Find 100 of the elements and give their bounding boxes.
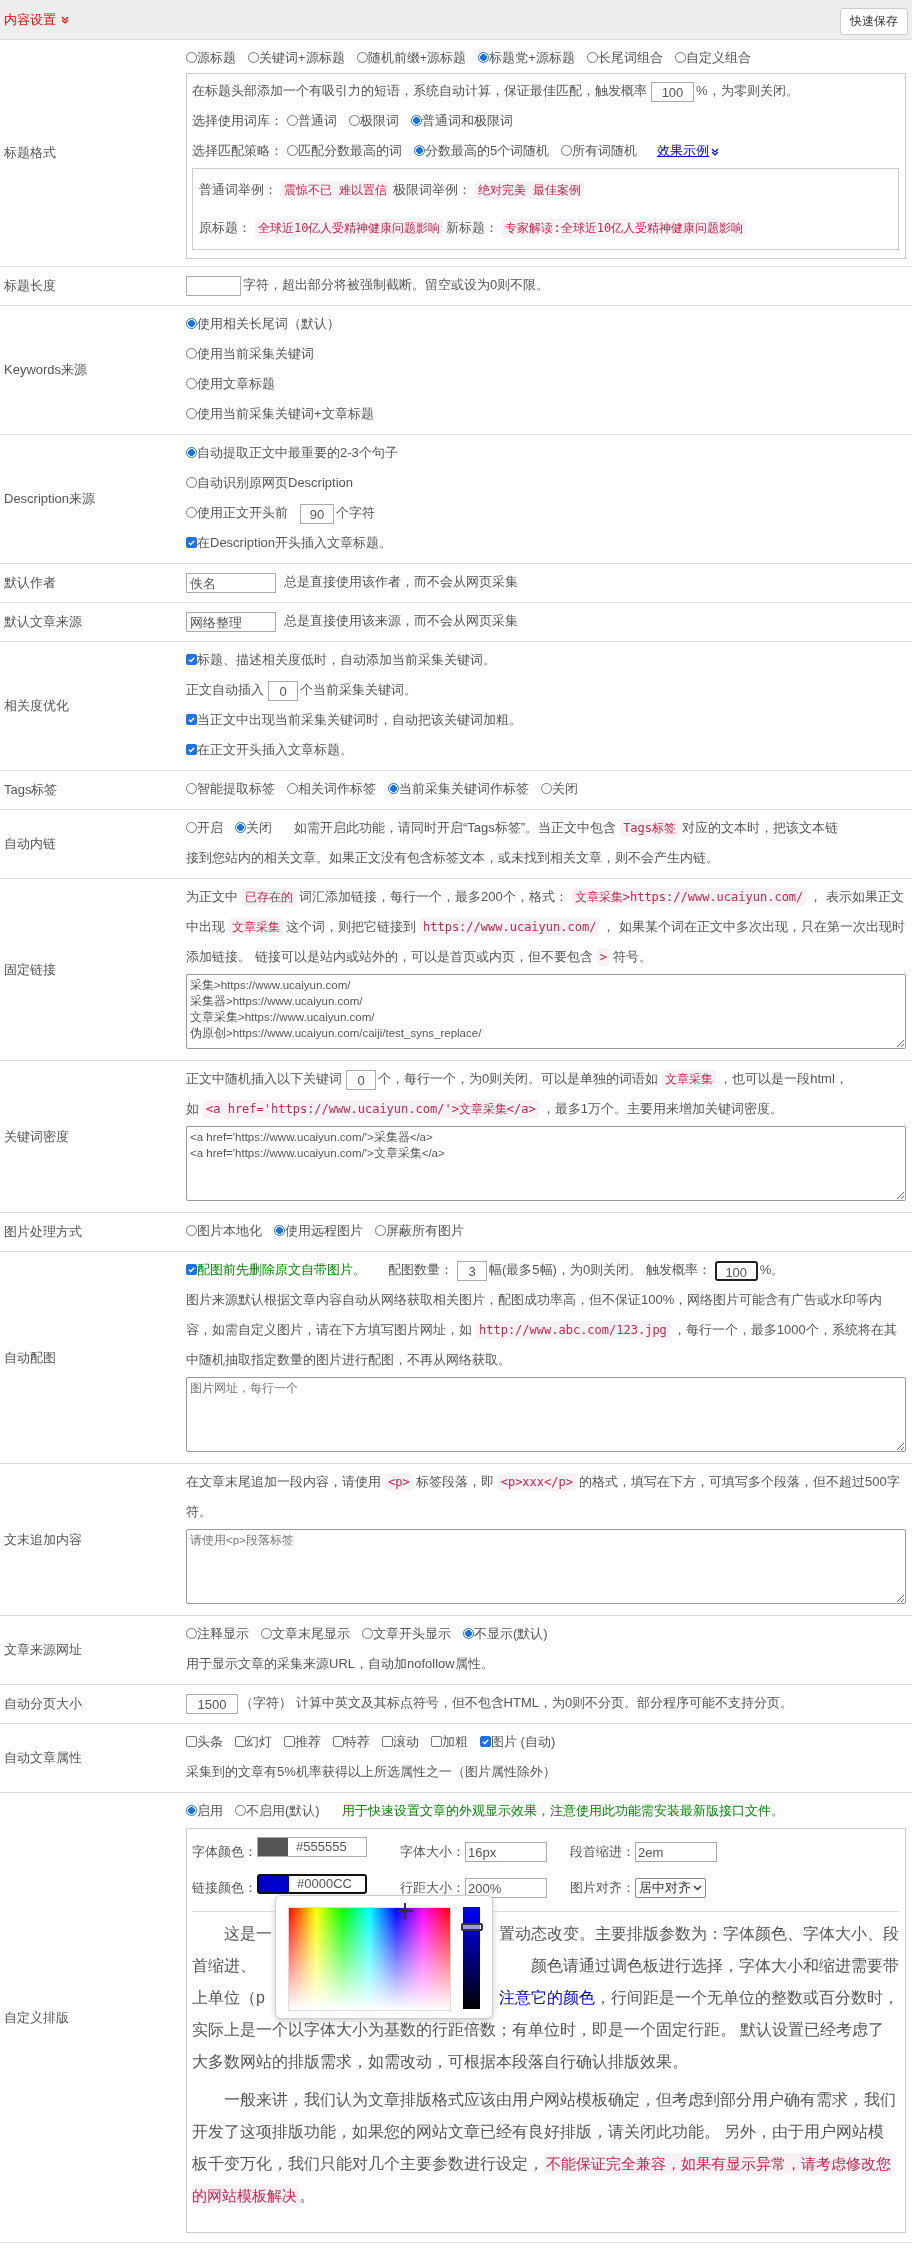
option-label[interactable]: 关键词+源标题	[259, 50, 345, 65]
radio-button[interactable]	[186, 378, 197, 389]
option-label[interactable]: 在Description开头插入文章标题。	[197, 535, 393, 550]
radio-button[interactable]	[186, 447, 197, 458]
option-label[interactable]: 滚动	[393, 1734, 419, 1749]
option-label[interactable]: 文章开头显示	[373, 1626, 451, 1641]
text-field[interactable]: 100	[714, 1260, 758, 1281]
option-label[interactable]: 当正文中出现当前采集关键词时，自动把该关键词加粗。	[197, 712, 522, 727]
radio-button[interactable]	[186, 783, 197, 794]
option-label[interactable]: 极限词	[360, 113, 399, 128]
option-label[interactable]: 随机前缀+源标题	[367, 50, 467, 65]
radio-button[interactable]	[186, 348, 197, 359]
text-area[interactable]: 采集>https://www.ucaiyun.com/ 采集器>https://www.ucaiyun.com/ 文章采集>https://www.ucaiyun.com/ 伪原创>https://www.ucaiyun.com/caiji/test_syns_replace/	[186, 974, 906, 1049]
color-field[interactable]: #0000CC	[257, 1874, 367, 1894]
text-field[interactable]: 100	[651, 81, 694, 102]
option-label[interactable]: 启用	[197, 1803, 223, 1818]
text-field[interactable]	[186, 275, 241, 296]
radio-button[interactable]	[349, 115, 360, 126]
radio-button[interactable]	[186, 318, 197, 329]
checkbox[interactable]	[480, 1736, 491, 1747]
option-label[interactable]: 相关词作标签	[298, 781, 376, 796]
text-field[interactable]: 2em	[635, 1842, 717, 1862]
option-label[interactable]: 源标题	[197, 50, 236, 65]
option-label[interactable]: 开启	[197, 820, 223, 835]
radio-button[interactable]	[411, 115, 422, 126]
text-field[interactable]: 0	[346, 1069, 376, 1090]
radio-button[interactable]	[186, 1805, 197, 1816]
option-label[interactable]: 使用正文开头前	[197, 505, 288, 520]
radio-button[interactable]	[186, 1628, 197, 1639]
radio-button[interactable]	[478, 52, 490, 63]
option-label[interactable]: 使用当前采集关键词	[197, 346, 314, 361]
radio-button[interactable]	[287, 115, 298, 126]
option-label[interactable]: 推荐	[295, 1734, 321, 1749]
radio-button[interactable]	[561, 145, 573, 156]
option-label[interactable]: 长尾词组合	[597, 50, 663, 65]
radio-button[interactable]	[235, 822, 246, 833]
option-label[interactable]: 使用文章标题	[197, 376, 275, 391]
checkbox[interactable]	[186, 537, 197, 548]
radio-button[interactable]	[235, 1805, 246, 1816]
option-label[interactable]: 注释显示	[197, 1626, 249, 1641]
option-label[interactable]: 头条	[197, 1734, 223, 1749]
text-field[interactable]: 1500	[186, 1693, 238, 1714]
option-label[interactable]: 在正文开头插入文章标题。	[197, 742, 353, 757]
slider-thumb[interactable]	[461, 1923, 484, 1932]
option-label[interactable]: 使用当前采集关键词+文章标题	[197, 406, 374, 421]
option-label[interactable]: 屏蔽所有图片	[386, 1223, 464, 1238]
checkbox[interactable]	[333, 1736, 344, 1747]
option-label[interactable]: 自动提取正文中最重要的2-3个句子	[197, 445, 398, 460]
option-label[interactable]: 图片 (自动)	[491, 1734, 556, 1749]
option-label[interactable]: 所有词随机	[572, 143, 638, 158]
text-field[interactable]: 网络整理	[186, 611, 276, 632]
option-label[interactable]: 加粗	[442, 1734, 468, 1749]
radio-button[interactable]	[414, 145, 425, 156]
radio-button[interactable]	[186, 822, 197, 833]
option-label[interactable]: 自定义组合	[685, 50, 751, 65]
checkbox[interactable]	[235, 1736, 246, 1747]
option-label[interactable]: 配图前先删除原文自带图片。	[197, 1262, 366, 1277]
radio-button[interactable]	[356, 52, 368, 63]
radio-button[interactable]	[186, 507, 197, 518]
option-label[interactable]: 图片本地化	[197, 1223, 262, 1238]
option-label[interactable]: 匹配分数最高的词	[298, 143, 402, 158]
option-label[interactable]: 当前采集关键词作标签	[399, 781, 529, 796]
option-label[interactable]: 分数最高的5个词随机	[425, 143, 550, 158]
checkbox[interactable]	[382, 1736, 393, 1747]
text-field[interactable]: 16px	[465, 1842, 547, 1862]
checkbox[interactable]	[186, 654, 197, 665]
option-label[interactable]: 自动识别原网页Description	[197, 475, 354, 490]
radio-button[interactable]	[186, 1225, 197, 1236]
save-button[interactable]: 快速保存	[840, 7, 908, 35]
option-label[interactable]: 标题、描述相关度低时，自动添加当前采集关键词。	[197, 652, 496, 667]
radio-button[interactable]	[186, 408, 197, 419]
option-label[interactable]: 关闭	[552, 781, 578, 796]
option-label[interactable]: 使用相关长尾词（默认）	[197, 316, 340, 331]
option-label[interactable]: 标题党+源标题	[489, 50, 575, 65]
option-label[interactable]: 文章末尾显示	[272, 1626, 350, 1641]
option-label[interactable]: 使用远程图片	[285, 1223, 363, 1238]
text-field[interactable]: 90	[300, 503, 334, 524]
example-link[interactable]: 效果示例	[657, 143, 720, 158]
radio-button[interactable]	[287, 783, 298, 794]
radio-button[interactable]	[186, 477, 197, 488]
text-field[interactable]: 佚名	[186, 572, 276, 593]
checkbox[interactable]	[186, 744, 197, 755]
text-area[interactable]: 请使用<p>段落标签	[186, 1529, 906, 1604]
radio-button[interactable]	[375, 1225, 386, 1236]
text-field[interactable]: 200%	[465, 1878, 547, 1898]
checkbox[interactable]	[284, 1736, 295, 1747]
option-label[interactable]: 普通词	[298, 113, 337, 128]
link-text[interactable]: 注意它的颜色	[499, 1989, 595, 2006]
checkbox[interactable]	[186, 714, 197, 725]
radio-button[interactable]	[541, 783, 552, 794]
option-label[interactable]: 普通词和极限词	[422, 113, 513, 128]
brightness-slider[interactable]	[463, 1907, 480, 2009]
radio-button[interactable]	[586, 52, 598, 63]
text-field[interactable]: 0	[268, 680, 298, 701]
option-label[interactable]: 特荐	[344, 1734, 370, 1749]
option-label[interactable]: 不启用(默认)	[246, 1803, 320, 1818]
option-label[interactable]: 智能提取标签	[197, 781, 275, 796]
radio-button[interactable]	[261, 1628, 272, 1639]
radio-button[interactable]	[248, 52, 259, 63]
radio-button[interactable]	[186, 52, 197, 63]
